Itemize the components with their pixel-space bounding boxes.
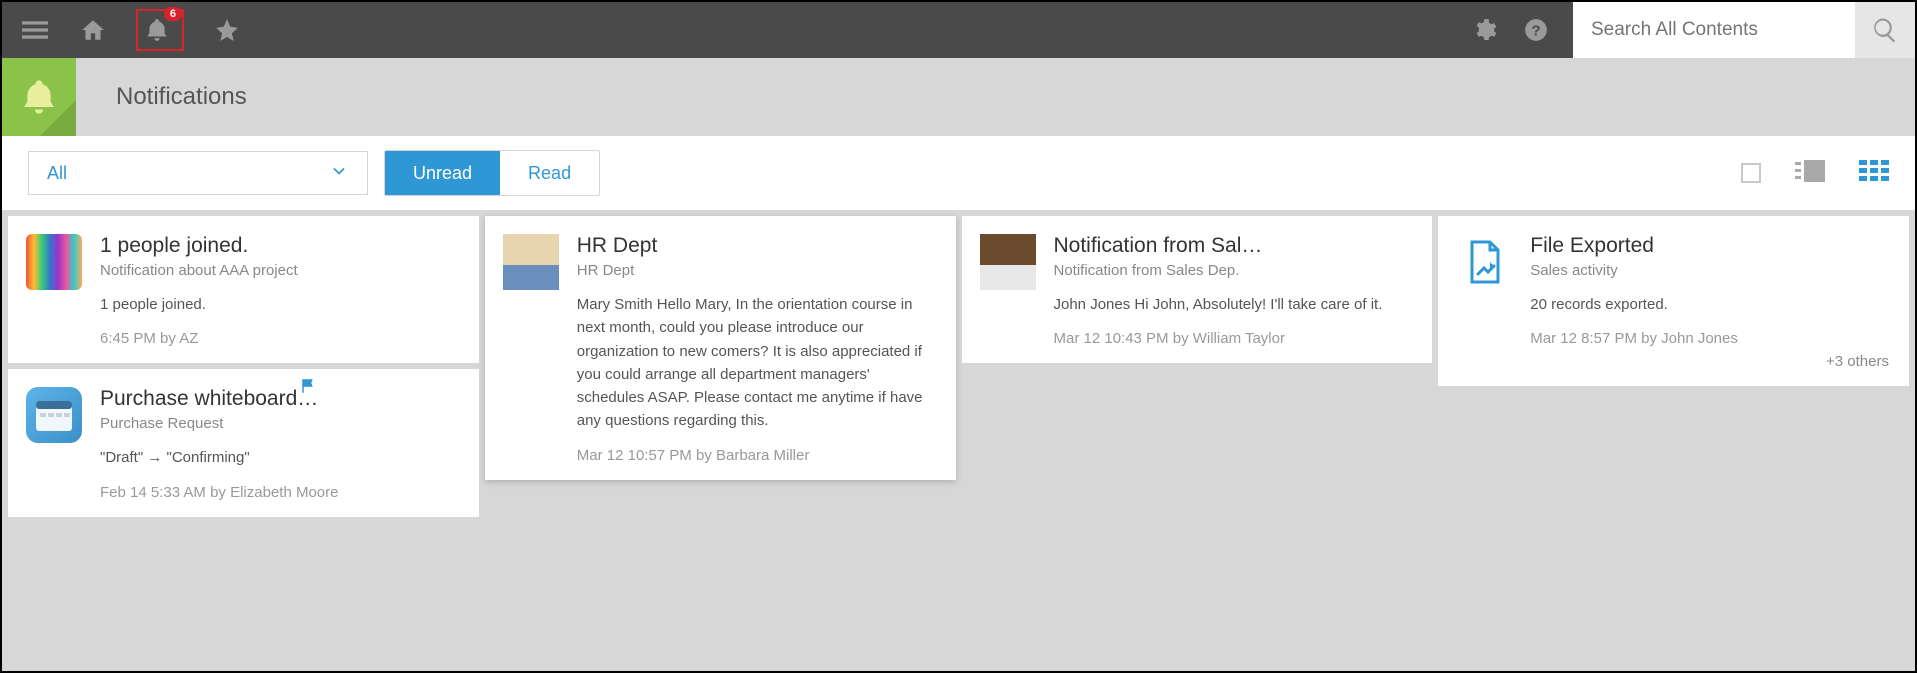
card-meta: Mar 12 8:57 PM by John Jones: [1530, 330, 1889, 347]
filter-select-label: All: [47, 163, 67, 184]
others-count: +3 others: [1530, 353, 1889, 370]
column-2: HR Dept HR Dept Mary Smith Hello Mary, I…: [485, 216, 956, 480]
card-title: File Exported: [1530, 234, 1889, 258]
card-subtitle: HR Dept: [577, 262, 936, 279]
avatar-thumbnail: [980, 234, 1036, 290]
card-subtitle: Purchase Request: [100, 415, 459, 432]
notification-card[interactable]: Notification from Sal… Notification from…: [962, 216, 1433, 363]
list-view-icon[interactable]: [1795, 160, 1825, 187]
avatar-thumbnail: [503, 234, 559, 290]
card-title: HR Dept: [577, 234, 936, 258]
card-text: John Jones Hi John, Absolutely! I'll tak…: [1054, 293, 1413, 316]
card-title: Notification from Sal…: [1054, 234, 1413, 258]
card-text: Mary Smith Hello Mary, In the orientatio…: [577, 293, 936, 433]
card-title: Purchase whiteboard…: [100, 387, 459, 411]
card-subtitle: Notification about AAA project: [100, 262, 459, 279]
calendar-thumbnail: [26, 387, 82, 443]
document-thumbnail: [1456, 234, 1512, 290]
card-meta: Feb 14 5:33 AM by Elizabeth Moore: [100, 484, 459, 501]
column-1: 1 people joined. Notification about AAA …: [8, 216, 479, 517]
page-bell-icon: [2, 58, 76, 136]
read-tab[interactable]: Read: [500, 151, 599, 195]
search-box: [1573, 2, 1915, 58]
notification-card[interactable]: HR Dept HR Dept Mary Smith Hello Mary, I…: [485, 216, 956, 480]
card-meta: Mar 12 10:43 PM by William Taylor: [1054, 330, 1413, 347]
notifications-icon-highlighted[interactable]: 6: [136, 9, 184, 51]
card-subtitle: Notification from Sales Dep.: [1054, 262, 1413, 279]
notification-card[interactable]: File Exported Sales activity 20 records …: [1438, 216, 1909, 386]
page-title: Notifications: [116, 83, 247, 111]
grid-view-icon[interactable]: [1859, 160, 1889, 187]
search-button[interactable]: [1855, 2, 1915, 58]
help-icon[interactable]: ?: [1521, 15, 1551, 45]
card-meta: Mar 12 10:57 PM by Barbara Miller: [577, 447, 936, 464]
unread-tab[interactable]: Unread: [385, 151, 500, 195]
column-3: Notification from Sal… Notification from…: [962, 216, 1433, 363]
search-input[interactable]: [1573, 2, 1855, 58]
notification-card[interactable]: Purchase whiteboard… Purchase Request "D…: [8, 369, 479, 516]
gear-icon[interactable]: [1469, 15, 1499, 45]
card-subtitle: Sales activity: [1530, 262, 1889, 279]
hamburger-icon[interactable]: [20, 15, 50, 45]
top-bar: 6 ?: [2, 2, 1915, 58]
chevron-down-icon: [329, 161, 349, 186]
notification-card[interactable]: 1 people joined. Notification about AAA …: [8, 216, 479, 363]
svg-text:?: ?: [1531, 22, 1540, 39]
notification-badge: 6: [164, 7, 182, 21]
card-text: 1 people joined.: [100, 293, 459, 316]
card-meta: 6:45 PM by AZ: [100, 330, 459, 347]
card-text: "Draft" → "Confirming": [100, 446, 459, 469]
card-text: 20 records exported.: [1530, 293, 1889, 316]
pencils-thumbnail: [26, 234, 82, 290]
read-filter-toggle: Unread Read: [384, 150, 600, 196]
card-title: 1 people joined.: [100, 234, 459, 258]
star-icon[interactable]: [212, 15, 242, 45]
flag-icon: [300, 377, 318, 400]
filter-select[interactable]: All: [28, 151, 368, 195]
column-4: File Exported Sales activity 20 records …: [1438, 216, 1909, 386]
filter-bar: All Unread Read: [2, 136, 1915, 210]
home-icon[interactable]: [78, 15, 108, 45]
select-all-checkbox[interactable]: [1741, 163, 1761, 183]
notifications-grid: 1 people joined. Notification about AAA …: [2, 210, 1915, 523]
page-header: Notifications: [2, 58, 1915, 136]
